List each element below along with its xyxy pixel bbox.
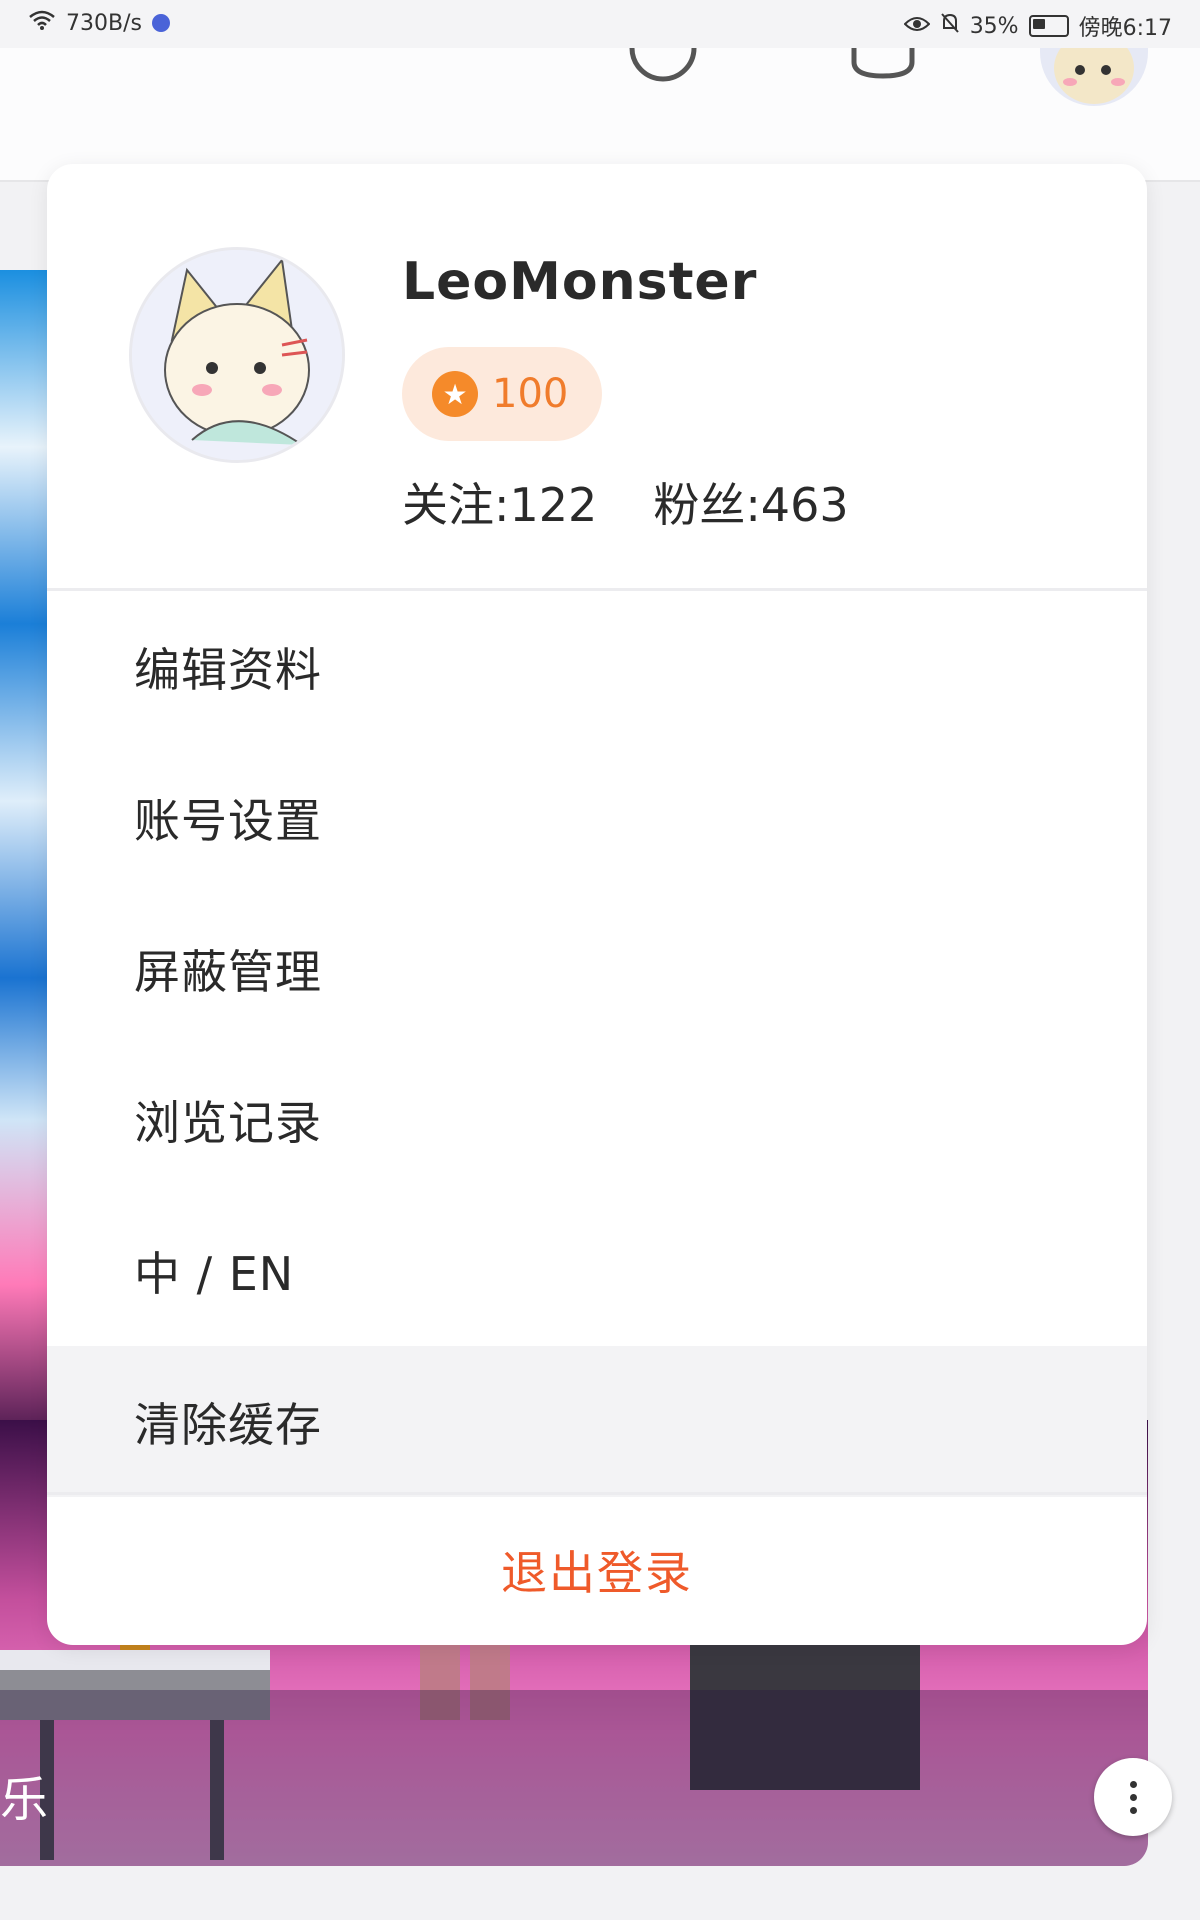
profile-popup: LeoMonster ★ 100 关注:122 粉丝:463 编辑资料 账号设置… — [47, 164, 1147, 1645]
following-count[interactable]: 关注:122 — [402, 469, 597, 535]
menu-item-account-settings[interactable]: 账号设置 — [47, 742, 1147, 893]
battery-percent: 35% — [969, 13, 1019, 39]
medal-icon: ★ — [432, 371, 478, 417]
music-app-icon — [151, 14, 170, 32]
menu-list: 编辑资料 账号设置 屏蔽管理 浏览记录 中 / EN 清除缓存 — [47, 591, 1147, 1497]
wifi-icon — [28, 10, 56, 36]
points-badge[interactable]: ★ 100 — [402, 347, 602, 441]
clock: 傍晚6:17 — [1078, 16, 1172, 41]
network-speed: 730B/s — [66, 10, 142, 36]
menu-item-clear-cache[interactable]: 清除缓存 — [47, 1346, 1147, 1497]
menu-item-edit-profile[interactable]: 编辑资料 — [47, 591, 1147, 742]
follow-stats: 关注:122 粉丝:463 — [402, 469, 849, 535]
notification-bell-icon[interactable] — [848, 48, 918, 88]
dot-icon — [1129, 1780, 1137, 1788]
menu-item-browsing-history[interactable]: 浏览记录 — [47, 1044, 1147, 1195]
more-options-button[interactable] — [1094, 1758, 1172, 1836]
header-avatar[interactable] — [1040, 48, 1148, 106]
points-value: 100 — [492, 371, 569, 417]
search-icon[interactable] — [628, 47, 698, 88]
battery-icon — [1028, 15, 1069, 37]
status-right: 35% 傍晚6:17 — [903, 10, 1172, 42]
username: LeoMonster — [402, 252, 758, 312]
profile-avatar[interactable] — [132, 250, 342, 460]
app-header — [0, 47, 1200, 182]
menu-item-language-toggle[interactable]: 中 / EN — [47, 1195, 1147, 1346]
followers-count[interactable]: 粉丝:463 — [653, 469, 848, 535]
status-left: 730B/s — [28, 10, 170, 36]
eye-icon — [903, 14, 931, 39]
dot-icon — [1129, 1806, 1137, 1814]
bell-mute-icon — [940, 12, 960, 40]
menu-item-block-management[interactable]: 屏蔽管理 — [47, 893, 1147, 1044]
status-bar: 730B/s 35% 傍晚6:17 — [0, 0, 1200, 48]
banner-text: 乐 — [0, 1772, 49, 1828]
dot-icon — [1129, 1793, 1137, 1801]
logout-button[interactable]: 退出登录 — [47, 1494, 1147, 1645]
